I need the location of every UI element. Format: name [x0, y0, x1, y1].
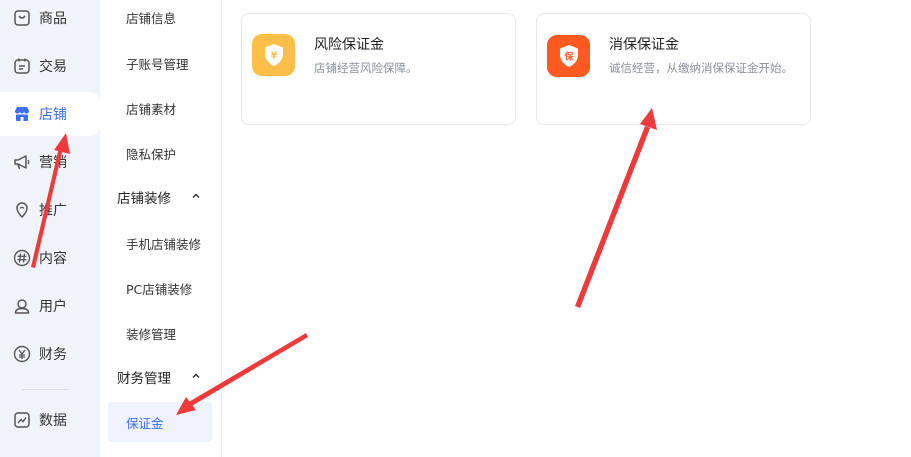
nav-item-label: 数据	[39, 413, 67, 429]
hashtag-icon	[13, 249, 31, 267]
secondary-menu: 店铺信息 子账号管理 店铺素材 隐私保护 店铺装修 手机店铺装修 PC店铺装修 …	[100, 0, 222, 457]
submenu-group-finance[interactable]: 财务管理	[100, 362, 222, 392]
submenu-item-sub-accounts[interactable]: 子账号管理	[108, 44, 212, 82]
shop-icon	[13, 105, 31, 123]
submenu-group-label: 店铺装修	[117, 191, 171, 207]
primary-nav: 商品 交易 店铺 营销 推广 内容 用户 财务 数据	[0, 0, 100, 457]
megaphone-icon	[13, 153, 31, 171]
submenu-item-label: PC店铺装修	[126, 281, 193, 297]
shield-protection-icon: 保	[547, 35, 590, 77]
nav-item-label: 商品	[39, 11, 67, 27]
nav-item-trade[interactable]: 交易	[0, 44, 100, 88]
submenu-item-shop-info[interactable]: 店铺信息	[108, 0, 212, 36]
submenu-item-label: 店铺信息	[126, 10, 177, 26]
card-consumer-protection-deposit[interactable]: 保 消保保证金 诚信经营，从缴纳消保保证金开始。	[536, 13, 811, 125]
submenu-item-shop-materials[interactable]: 店铺素材	[108, 89, 212, 127]
card-title: 风险保证金	[314, 37, 384, 53]
submenu-item-label: 隐私保护	[126, 146, 177, 162]
submenu-item-label: 子账号管理	[126, 56, 189, 72]
nav-item-label: 交易	[39, 59, 67, 75]
chevron-up-icon	[190, 370, 202, 382]
goods-icon	[13, 9, 31, 27]
submenu-item-label: 装修管理	[126, 326, 177, 342]
nav-item-promotion[interactable]: 推广	[0, 188, 100, 232]
nav-item-goods[interactable]: 商品	[0, 0, 100, 40]
nav-item-label: 营销	[39, 155, 67, 171]
annotation-arrow-card	[575, 108, 657, 308]
card-risk-deposit[interactable]: ¥ 风险保证金 店铺经营风险保障。	[241, 13, 516, 125]
nav-item-marketing[interactable]: 营销	[0, 140, 100, 184]
nav-item-user[interactable]: 用户	[0, 284, 100, 328]
chevron-up-icon	[190, 190, 202, 202]
submenu-group-label: 财务管理	[117, 371, 171, 387]
svg-text:¥: ¥	[270, 51, 277, 62]
submenu-item-deposit[interactable]: 保证金	[108, 402, 212, 442]
promotion-icon	[13, 201, 31, 219]
nav-item-shop[interactable]: 店铺	[0, 92, 100, 136]
trade-icon	[13, 57, 31, 75]
submenu-item-label: 保证金	[126, 415, 164, 431]
yuan-icon	[13, 345, 31, 363]
submenu-item-privacy[interactable]: 隐私保护	[108, 134, 212, 172]
card-description: 诚信经营，从缴纳消保保证金开始。	[609, 61, 793, 75]
shield-yuan-icon: ¥	[252, 34, 295, 76]
card-description: 店铺经营风险保障。	[314, 61, 418, 75]
nav-item-finance[interactable]: 财务	[0, 332, 100, 376]
card-title: 消保保证金	[609, 37, 679, 53]
submenu-item-pc-decoration[interactable]: PC店铺装修	[108, 269, 212, 307]
submenu-item-mobile-decoration[interactable]: 手机店铺装修	[108, 224, 212, 262]
svg-text:保: 保	[563, 51, 574, 63]
user-icon	[13, 297, 31, 315]
nav-item-data[interactable]: 数据	[0, 398, 100, 442]
nav-item-content[interactable]: 内容	[0, 236, 100, 280]
nav-item-label: 推广	[39, 203, 67, 219]
data-chart-icon	[13, 411, 31, 429]
submenu-item-decoration-management[interactable]: 装修管理	[108, 314, 212, 352]
nav-item-label: 店铺	[39, 107, 67, 123]
submenu-item-label: 店铺素材	[126, 101, 177, 117]
submenu-item-label: 手机店铺装修	[126, 236, 202, 252]
nav-item-label: 内容	[39, 251, 67, 267]
submenu-group-decoration[interactable]: 店铺装修	[100, 182, 222, 212]
nav-item-label: 用户	[39, 299, 67, 315]
nav-divider	[22, 389, 68, 390]
nav-item-label: 财务	[39, 347, 67, 363]
